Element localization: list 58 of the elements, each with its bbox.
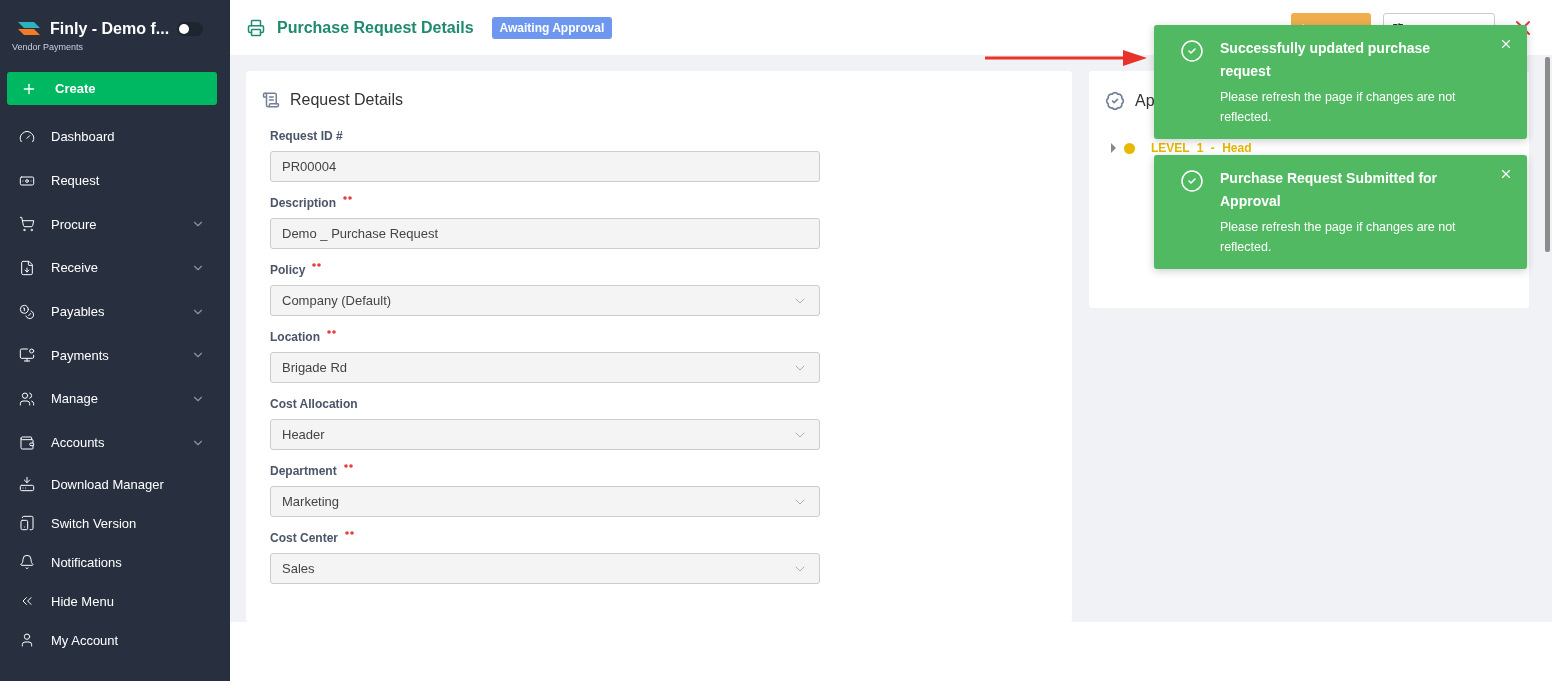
select-field[interactable]: Sales <box>270 553 820 584</box>
page-title: Purchase Request Details <box>277 18 474 37</box>
sidebar-item[interactable]: Manage <box>7 377 217 421</box>
sidebar-item[interactable]: Switch Version <box>7 503 217 543</box>
sidebar-item[interactable]: Payments <box>7 333 217 378</box>
field-label: Location <box>270 330 320 344</box>
toast-message: Please refresh the page if changes are not reflected. <box>1220 89 1457 126</box>
sidebar-item[interactable]: Notifications <box>7 542 217 582</box>
status-badge: Awaiting Approval <box>491 16 613 39</box>
field-label: Department <box>270 464 337 478</box>
field-label: Description <box>270 196 336 210</box>
field-label: Policy <box>270 263 306 277</box>
menu-item-icon <box>19 390 35 407</box>
sidebar-item[interactable]: My Account <box>7 620 217 660</box>
menu-item-icon <box>19 347 35 364</box>
sidebar-item[interactable]: Download Manager <box>7 464 217 504</box>
menu-item-icon <box>19 259 35 276</box>
scrollbar[interactable] <box>1545 57 1550 252</box>
toggle-switch[interactable] <box>177 22 204 36</box>
menu-item-icon <box>19 216 35 233</box>
menu-item-icon <box>19 554 35 570</box>
close-icon <box>1499 37 1513 51</box>
sidebar-item[interactable]: Request <box>7 158 217 203</box>
sidebar-item[interactable]: Payables <box>7 289 217 334</box>
toast-title: Successfully updated purchase request <box>1220 39 1432 81</box>
badge-check-icon <box>1105 91 1125 111</box>
menu-item-icon <box>19 515 35 531</box>
field-label: Cost Center <box>270 531 338 545</box>
toast-message: Please refresh the page if changes are not reflected. <box>1220 219 1457 256</box>
menu-item-icon <box>19 303 35 320</box>
menu-item-icon <box>19 128 35 145</box>
select-field[interactable]: Company (Default) <box>270 285 820 316</box>
sidebar-item[interactable]: Accounts <box>7 420 217 465</box>
check-circle-icon <box>1180 39 1204 63</box>
input-field[interactable]: Demo _ Purchase Request <box>270 218 820 249</box>
logo-icon <box>16 20 42 38</box>
input-field[interactable]: PR00004 <box>270 151 820 182</box>
menu-item-icon <box>19 632 35 648</box>
toast-title: Purchase Request Submitted for Approval <box>1220 169 1439 211</box>
menu-item-icon <box>19 476 35 492</box>
check-circle-icon <box>1180 169 1204 193</box>
sidebar-item[interactable]: Dashboard <box>7 115 217 159</box>
field-label: Cost Allocation <box>270 397 358 411</box>
menu-item-icon <box>19 434 35 451</box>
product-subtitle: Vendor Payments <box>12 42 85 52</box>
close-icon <box>1499 167 1513 181</box>
select-field[interactable]: Marketing <box>270 486 820 517</box>
expand-caret-icon[interactable] <box>1111 143 1116 153</box>
select-field[interactable]: Brigade Rd <box>270 352 820 383</box>
field-label: Request ID # <box>270 129 343 143</box>
sidebar-item[interactable]: Procure <box>7 202 217 247</box>
sidebar-item[interactable]: Receive <box>7 246 217 290</box>
company-name: Finly - Demo f... <box>50 20 170 38</box>
sidebar-item[interactable]: Hide Menu <box>7 581 217 621</box>
receipt-icon <box>262 91 280 109</box>
select-field[interactable]: Header <box>270 419 820 450</box>
card-title: Request Details <box>290 91 403 109</box>
card-title: Ap <box>1135 92 1155 110</box>
